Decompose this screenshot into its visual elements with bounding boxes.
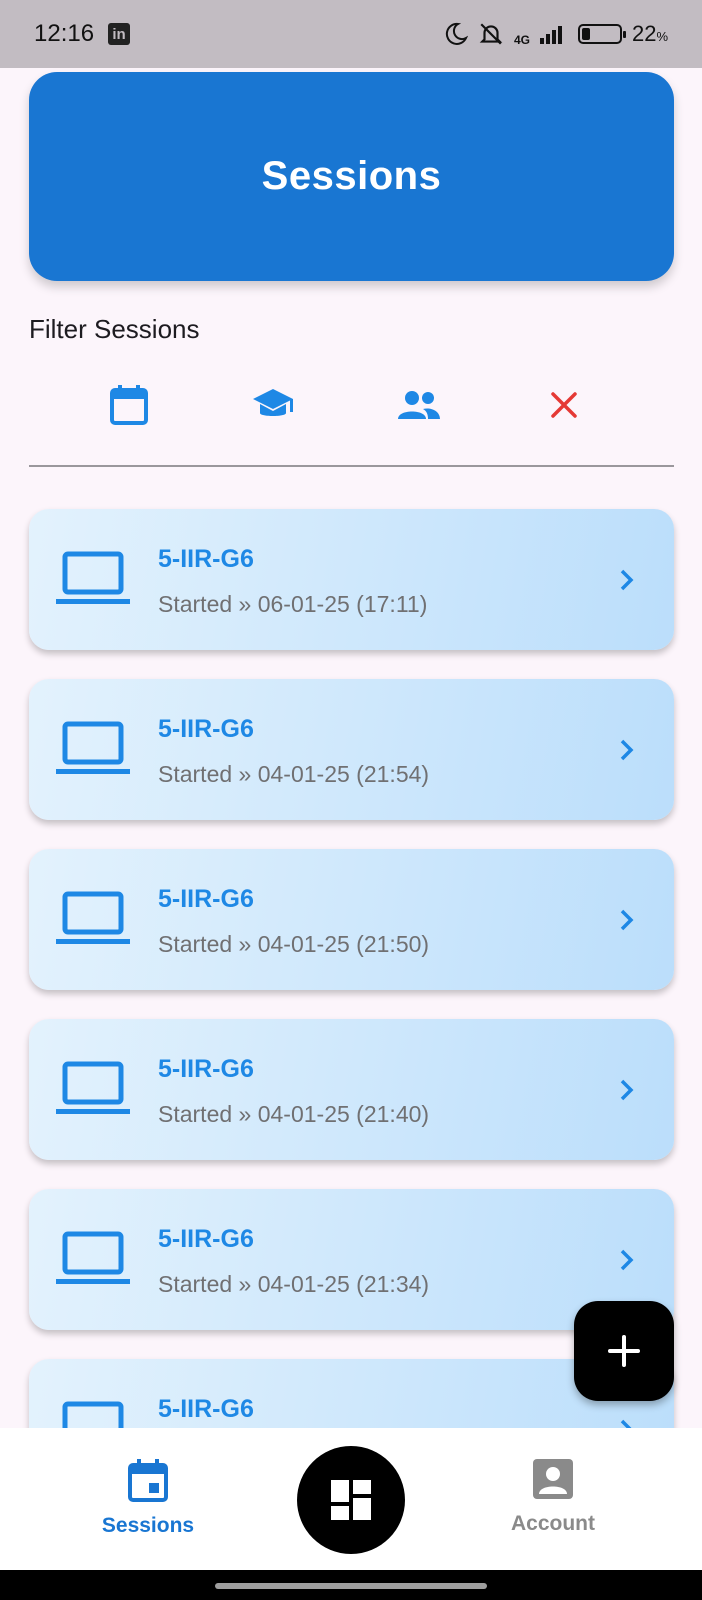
filter-toolbar (29, 375, 674, 445)
nav-sessions-label: Sessions (101, 1514, 195, 1537)
clear-filter-button[interactable] (534, 375, 594, 435)
laptop-icon (56, 721, 130, 774)
calendar-icon (110, 385, 148, 425)
home-gesture-handle[interactable] (215, 1583, 487, 1589)
chevron-right-icon (620, 1079, 634, 1101)
session-card[interactable]: 5-IIR-G6 Started » 04-01-25 (21:40) (29, 1019, 674, 1160)
status-time: 12:16 (34, 20, 95, 47)
session-start-time: Started » 04-01-25 (21:54) (158, 761, 430, 787)
session-name: 5-IIR-G6 (158, 1055, 254, 1083)
chevron-right-icon (620, 909, 634, 931)
bottom-navigation: Sessions Account (0, 1428, 702, 1570)
moon-icon (445, 22, 468, 45)
laptop-icon (56, 551, 130, 604)
linkedin-icon: in (108, 23, 131, 45)
filter-group-button[interactable] (389, 375, 449, 435)
status-bar: 12:16 in 4G 22% (0, 0, 702, 68)
session-start-time: Started » 06-01-25 (17:11) (158, 591, 428, 617)
session-start-time: Started » 04-01-25 (21:50) (158, 931, 430, 957)
chevron-right-icon (620, 739, 634, 761)
session-name: 5-IIR-G6 (158, 1225, 254, 1253)
chevron-right-icon (620, 569, 634, 591)
add-session-button[interactable] (574, 1301, 674, 1401)
filter-title: Filter Sessions (29, 314, 200, 344)
laptop-icon (56, 891, 130, 944)
nav-sessions-tab[interactable]: Sessions (68, 1458, 228, 1558)
filter-divider (29, 465, 674, 467)
session-start-time: Started » 04-01-25 (21:34) (158, 1271, 430, 1297)
battery-fill (581, 28, 590, 40)
session-card[interactable]: 5-IIR-G6 Started » 06-01-25 (17:11) (29, 509, 674, 650)
chevron-right-icon (620, 1249, 634, 1271)
session-card[interactable]: 5-IIR-G6 Started » 04-01-25 (21:34) (29, 1189, 674, 1330)
session-card[interactable]: 5-IIR-G6 Started » 04-01-25 (21:54) (29, 679, 674, 820)
session-name: 5-IIR-G6 (158, 545, 254, 573)
people-icon (398, 391, 440, 419)
session-start-time: Started » 04-01-25 (21:40) (158, 1101, 430, 1127)
page-title: Sessions (261, 154, 442, 198)
session-name: 5-IIR-G6 (158, 885, 254, 913)
graduation-cap-icon (253, 389, 293, 416)
session-name: 5-IIR-G6 (158, 1395, 254, 1423)
filter-date-button[interactable] (99, 375, 159, 435)
muted-bell-icon (479, 23, 503, 45)
dashboard-button[interactable] (297, 1446, 405, 1554)
status-right: 4G 22% (444, 21, 668, 47)
account-box-icon (533, 1459, 573, 1499)
nav-account-label: Account (511, 1512, 595, 1535)
page-header-card: Sessions (29, 72, 674, 281)
network-type: 4G (513, 33, 530, 47)
plus-icon (608, 1335, 640, 1367)
battery-percent: 22% (631, 21, 668, 46)
battery-icon (577, 24, 626, 44)
nav-account-tab[interactable]: Account (473, 1458, 633, 1558)
laptop-icon (56, 1231, 130, 1284)
calendar-event-icon (128, 1459, 168, 1502)
session-name: 5-IIR-G6 (158, 715, 254, 743)
laptop-icon (56, 1061, 130, 1114)
signal-icon (539, 26, 562, 44)
close-icon (551, 392, 577, 418)
dashboard-icon (331, 1480, 371, 1520)
status-left: 12:16 in (34, 20, 131, 48)
filter-class-button[interactable] (243, 375, 303, 435)
session-card[interactable]: 5-IIR-G6 Started » 04-01-25 (21:50) (29, 849, 674, 990)
